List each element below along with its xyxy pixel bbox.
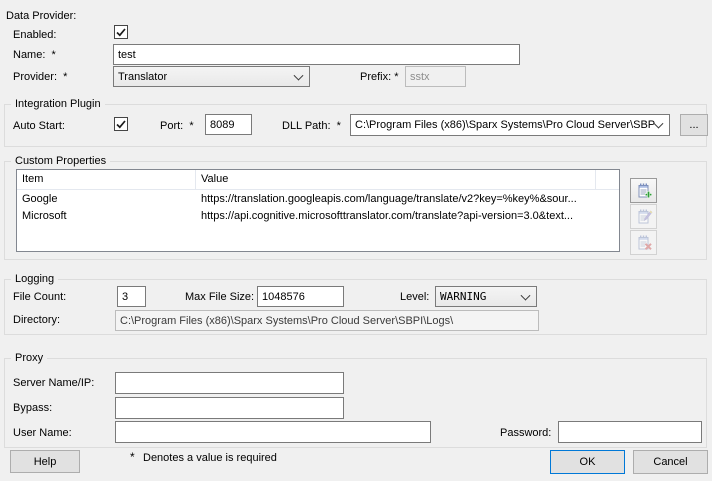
dll-path-label: DLL Path: * [282,120,341,132]
checkmark-icon [115,118,127,130]
bypass-input[interactable] [115,397,344,419]
prefix-label: Prefix: * [360,71,399,83]
max-file-size-label: Max File Size: [185,291,254,303]
required-note-star: * [130,450,135,464]
table-row[interactable]: Google https://translation.googleapis.co… [17,190,619,207]
chevron-down-icon [294,70,304,80]
notepad-add-icon [635,182,653,199]
user-name-label: User Name: [13,427,72,439]
user-name-input[interactable] [115,421,431,443]
checkmark-icon [115,26,127,38]
cancel-button[interactable]: Cancel [633,450,708,474]
provider-label: Provider: * [13,71,67,83]
dll-path-dropdown-value: C:\Program Files (x86)\Sparx Systems\Pro… [355,119,655,131]
notepad-edit-icon [635,208,653,225]
required-note-text: Denotes a value is required [143,452,277,464]
provider-dropdown[interactable]: Translator [113,66,310,87]
directory-label: Directory: [13,314,60,326]
level-dropdown[interactable]: WARNING [435,286,537,307]
ok-button[interactable]: OK [550,450,625,474]
add-property-button[interactable] [630,178,657,203]
section-title-data-provider: Data Provider: [6,10,76,22]
directory-field [115,310,539,331]
column-header-extra [596,170,619,189]
level-dropdown-value: WARNING [440,290,486,303]
custom-properties-title: Custom Properties [11,155,110,167]
level-label: Level: [400,291,429,303]
name-label: Name: * [13,49,56,61]
password-input[interactable] [558,421,702,443]
server-name-ip-input[interactable] [115,372,344,394]
table-header-row: Item Value [17,170,619,190]
item-cell: Microsoft [17,210,196,222]
column-header-value[interactable]: Value [196,170,596,189]
server-name-ip-label: Server Name/IP: [13,377,94,389]
chevron-down-icon [521,290,531,300]
password-label: Password: [500,427,551,439]
auto-start-checkbox[interactable] [114,117,128,131]
proxy-title: Proxy [11,352,47,364]
file-count-input[interactable] [117,286,146,307]
integration-plugin-title: Integration Plugin [11,98,105,110]
provider-dropdown-value: Translator [118,71,167,83]
port-label: Port: * [160,120,194,132]
enabled-checkbox[interactable] [114,25,128,39]
column-header-item[interactable]: Item [17,170,196,189]
enabled-label: Enabled: [13,29,56,41]
value-cell: https://api.cognitive.microsofttranslato… [196,210,596,222]
delete-property-button [630,230,657,255]
notepad-delete-icon [635,234,653,251]
max-file-size-input[interactable] [257,286,344,307]
data-provider-dialog: Data Provider: Enabled: Name: * Provider… [0,0,712,481]
name-input[interactable] [113,44,520,65]
table-row[interactable]: Microsoft https://api.cognitive.microsof… [17,207,619,224]
value-cell: https://translation.googleapis.com/langu… [196,193,596,205]
bypass-label: Bypass: [13,402,52,414]
dll-path-dropdown[interactable]: C:\Program Files (x86)\Sparx Systems\Pro… [350,114,670,136]
port-input[interactable] [205,114,252,135]
browse-dll-button[interactable]: ... [680,114,708,136]
logging-title: Logging [11,273,58,285]
auto-start-label: Auto Start: [13,120,65,132]
item-cell: Google [17,193,196,205]
prefix-input [405,66,466,87]
edit-property-button [630,204,657,229]
file-count-label: File Count: [13,291,66,303]
help-button[interactable]: Help [10,450,80,473]
custom-properties-table: Item Value Google https://translation.go… [16,169,620,252]
